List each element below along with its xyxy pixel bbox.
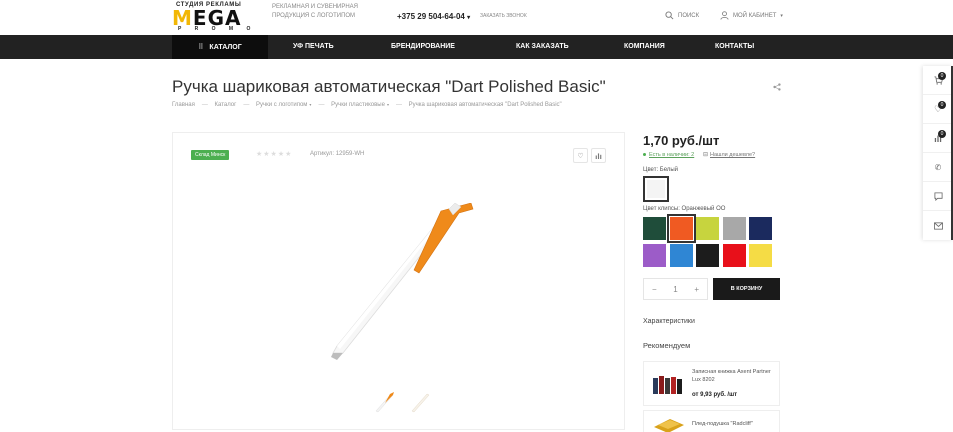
product-image[interactable]: [323, 203, 483, 363]
share-icon[interactable]: [773, 83, 781, 93]
callback-link[interactable]: Заказать звонок: [480, 13, 527, 19]
clip-color-swatch[interactable]: [749, 217, 772, 240]
add-to-cart-button[interactable]: В корзину: [713, 278, 780, 300]
side-cart-button[interactable]: 0: [923, 66, 953, 95]
quantity-stepper: − 1 +: [643, 278, 708, 300]
favorites-count-badge: 0: [938, 101, 946, 109]
specs-link[interactable]: Характеристики: [643, 318, 695, 325]
compare-count-badge: 0: [938, 130, 946, 138]
side-favorites-button[interactable]: ♡ 0: [923, 95, 953, 124]
side-mail-button[interactable]: [923, 211, 953, 240]
thumbnail[interactable]: [409, 391, 431, 413]
nav-catalog[interactable]: ⠿ Каталог: [172, 35, 268, 59]
compare-button[interactable]: [591, 148, 606, 163]
stock-status: Есть в наличии: 2: [643, 152, 694, 158]
heart-icon: ♡: [577, 152, 584, 160]
logo-main-text: MEGA: [172, 6, 242, 30]
product-price: 1,70 руб./шт: [643, 133, 720, 148]
chat-icon: [933, 191, 943, 201]
qty-minus-button[interactable]: −: [652, 285, 657, 294]
logo-bottom-text: P R O M O: [178, 26, 257, 32]
user-icon: [720, 11, 729, 20]
thumbnail[interactable]: [373, 391, 395, 413]
clip-color-swatch[interactable]: [666, 214, 696, 243]
cabinet-button[interactable]: Мой кабинет ▾: [720, 11, 783, 20]
recommendation-price: от 9,93 руб. /шт: [692, 392, 738, 398]
breadcrumb-item[interactable]: Каталог: [215, 102, 237, 108]
clip-color-swatch[interactable]: [643, 244, 666, 267]
compare-icon: [595, 153, 602, 159]
page-title: Ручка шариковая автоматическая "Dart Pol…: [172, 77, 606, 96]
clip-color-swatch[interactable]: [722, 217, 746, 240]
side-toolbar: 0 ♡ 0 0 ✆: [923, 66, 953, 240]
logo[interactable]: СТУДИЯ РЕКЛАМЫ MEGA P R O M O: [172, 2, 260, 32]
search-button[interactable]: Поиск: [665, 11, 699, 20]
phone-number[interactable]: +375 29 504-64-04 ▾: [397, 12, 470, 21]
chevron-down-icon: ▾: [780, 12, 783, 19]
breadcrumb-current: Ручка шариковая автоматическая "Dart Pol…: [408, 102, 562, 108]
header: СТУДИЯ РЕКЛАМЫ MEGA P R O M O РЕКЛАМНАЯ …: [0, 0, 953, 35]
recommendation-name[interactable]: Плед-подушка "Radcliff": [692, 420, 772, 428]
clip-color-swatch[interactable]: [696, 244, 719, 267]
side-chat-button[interactable]: [923, 182, 953, 211]
main-nav: ⠿ Каталог УФ печать Брендирование Как за…: [0, 35, 953, 59]
color-swatch-white[interactable]: [643, 176, 669, 202]
status-dot-icon: [643, 153, 646, 157]
nav-item-uv-print[interactable]: УФ печать: [293, 35, 334, 59]
recommendation-card[interactable]: Плед-подушка "Radcliff": [643, 410, 780, 432]
clip-color-swatch[interactable]: [696, 217, 719, 240]
side-compare-button[interactable]: 0: [923, 124, 953, 153]
search-label: Поиск: [678, 12, 700, 19]
qty-plus-button[interactable]: +: [694, 285, 699, 294]
phone-icon: ✆: [934, 162, 942, 172]
cart-count-badge: 0: [938, 72, 946, 80]
nav-item-company[interactable]: Компания: [624, 35, 665, 59]
article-number: Артикул: 12959-WH: [310, 151, 365, 157]
mail-icon: [933, 221, 943, 230]
clip-color-swatch[interactable]: [749, 244, 772, 267]
search-icon: [665, 11, 674, 20]
breadcrumb-item[interactable]: Главная: [172, 102, 195, 108]
tag-icon: ⊟: [703, 152, 709, 158]
clip-color-swatch[interactable]: [722, 244, 746, 267]
side-callback-button[interactable]: ✆: [923, 153, 953, 182]
recommend-heading: Рекомендуем: [643, 341, 691, 350]
clip-color-label: Цвет клипсы: Оранжевый OO: [643, 206, 726, 212]
grid-icon: ⠿: [198, 44, 204, 51]
cabinet-label: Мой кабинет: [733, 12, 777, 19]
breadcrumb: Главная — Каталог — Ручки с логотипом ▾ — Ру…: [172, 102, 562, 108]
clip-color-swatch[interactable]: [669, 244, 693, 267]
recommendation-image: [653, 376, 682, 394]
clip-color-swatch[interactable]: [643, 217, 666, 240]
tagline: РЕКЛАМНАЯ И СУВЕНИРНАЯ ПРОДУКЦИЯ С ЛОГОТ…: [272, 4, 359, 19]
found-cheaper-link[interactable]: Нашли дешевле?: [710, 152, 755, 158]
recommendation-card[interactable]: Записная книжка Axent Partner Lux 8202 о…: [643, 361, 780, 406]
color-label: Цвет: Белый: [643, 167, 679, 173]
qty-value[interactable]: 1: [673, 285, 677, 294]
stock-badge: Склад Минск: [191, 150, 230, 160]
nav-item-contacts[interactable]: Контакты: [715, 35, 754, 59]
product-gallery: Склад Минск ★★★★★ Артикул: 12959-WH ♡: [172, 132, 625, 430]
nav-item-how-to-order[interactable]: Как заказать: [516, 35, 569, 59]
recommendation-image: [654, 419, 684, 432]
nav-catalog-label: Каталог: [209, 43, 242, 51]
rating-stars[interactable]: ★★★★★: [256, 150, 292, 158]
breadcrumb-item[interactable]: Ручки пластиковые: [331, 102, 385, 108]
breadcrumb-item[interactable]: Ручки с логотипом: [256, 102, 307, 108]
recommendation-name[interactable]: Записная книжка Axent Partner Lux 8202: [692, 368, 772, 384]
thumbnail-strip: [373, 391, 431, 413]
favorite-button[interactable]: ♡: [573, 148, 588, 163]
nav-item-branding[interactable]: Брендирование: [391, 35, 455, 59]
